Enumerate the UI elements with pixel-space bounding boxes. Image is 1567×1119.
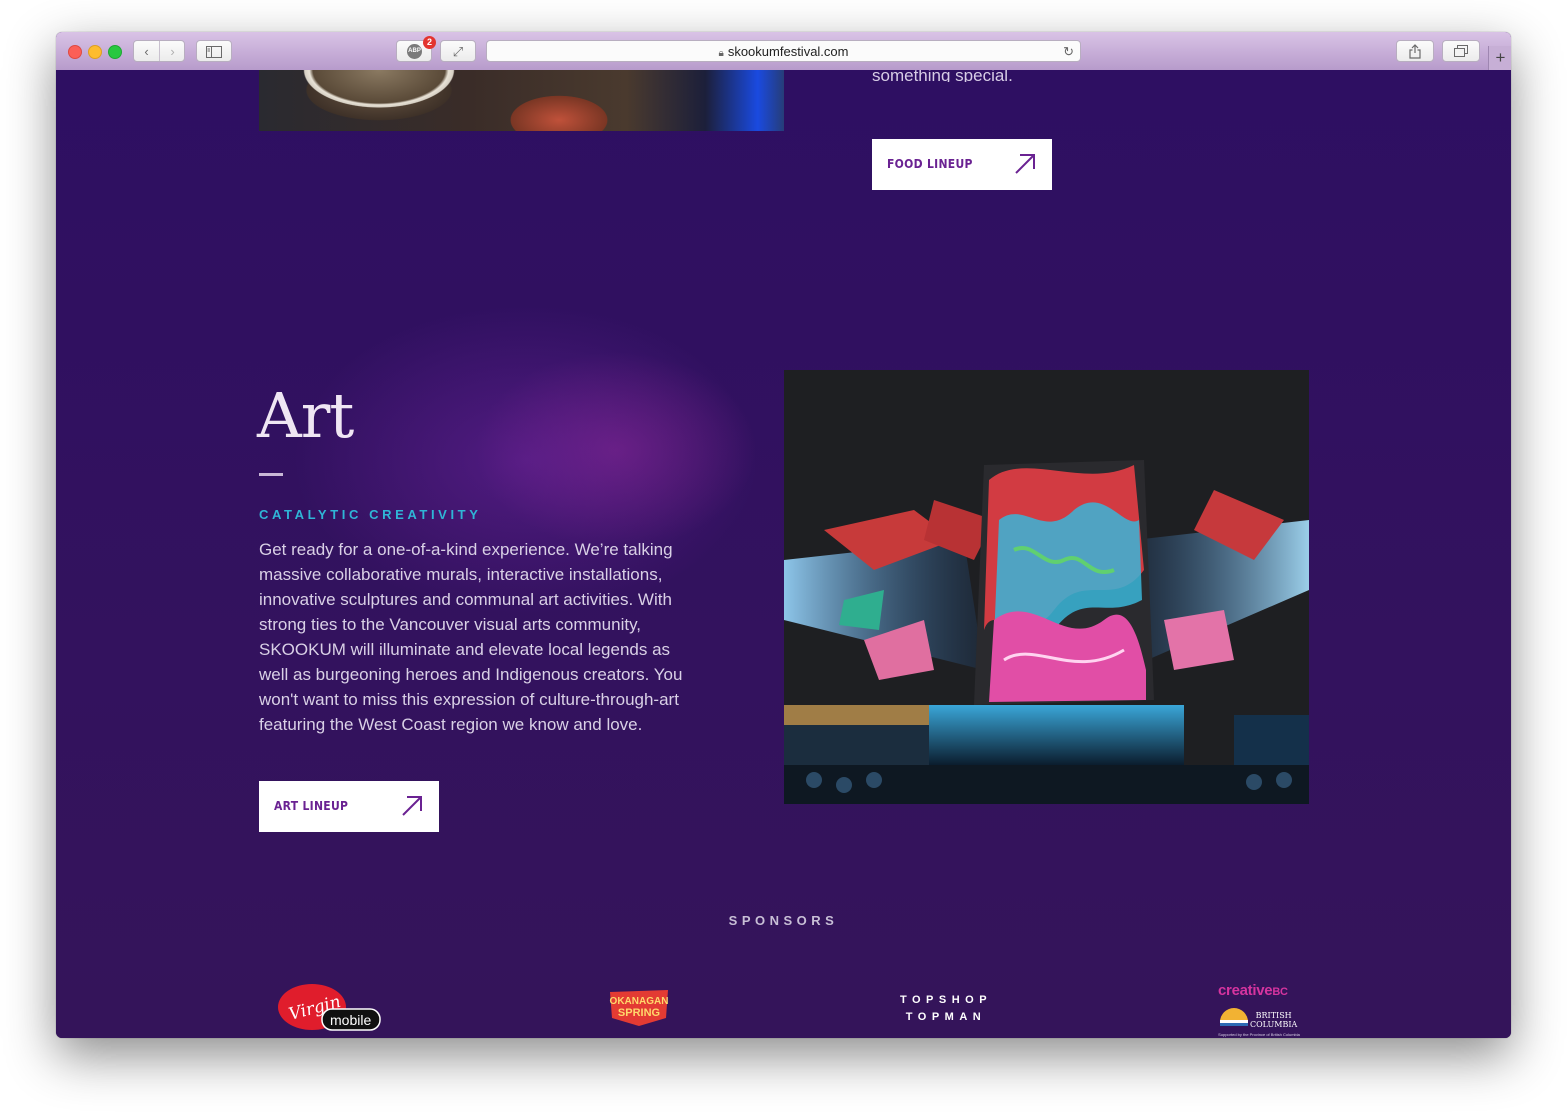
art-installation-photo: [784, 370, 1309, 804]
fullscreen-button[interactable]: ⤢: [440, 40, 476, 62]
creative-bc-logo[interactable]: creativeBC BRITISH COLUMBIA Supported by…: [1214, 982, 1304, 1038]
projection-mapping-illustration: [784, 370, 1309, 804]
province-support-note: Supported by the Province of British Col…: [1218, 1032, 1300, 1037]
art-lineup-label: ART LINEUP: [274, 799, 349, 813]
chevron-left-icon: ‹: [144, 44, 149, 59]
sidebar-toggle-button[interactable]: [196, 40, 232, 62]
page-content: something special. FOOD LINEUP Art CATAL…: [56, 70, 1511, 1038]
food-lineup-button[interactable]: FOOD LINEUP: [872, 139, 1052, 190]
reload-icon[interactable]: ↻: [1063, 41, 1074, 62]
sponsors-heading: SPONSORS: [728, 913, 839, 928]
sidebar-icon: [206, 46, 222, 58]
adblock-count-badge: 2: [423, 36, 436, 49]
food-body-text: something special.: [872, 70, 1013, 82]
adblock-extension-button[interactable]: ABP 2: [396, 36, 436, 62]
close-window-button[interactable]: [68, 45, 82, 59]
british-text: BRITISH: [1255, 1011, 1292, 1020]
arrow-up-right-icon: [402, 796, 422, 816]
bc-sunset-emblem: [1220, 1008, 1248, 1026]
virgin-mobile-text: mobile: [330, 1012, 371, 1028]
topshop-topman-logo[interactable]: TOPSHOP TOPMAN: [886, 992, 1006, 1026]
heading-divider: [259, 473, 283, 476]
tabs-overview-icon: [1454, 45, 1468, 57]
bc-word: BC: [1272, 986, 1288, 998]
url-text: skookumfestival.com: [727, 44, 849, 59]
adblock-icon: ABP: [407, 44, 422, 59]
browser-toolbar: ‹ › ABP 2 ⤢ 🔒︎ skookumfestival.com ↻ +: [56, 32, 1511, 71]
new-tab-button[interactable]: +: [1488, 46, 1511, 70]
address-bar[interactable]: 🔒︎ skookumfestival.com ↻: [486, 40, 1081, 62]
browser-window: ‹ › ABP 2 ⤢ 🔒︎ skookumfestival.com ↻ + s…: [56, 32, 1511, 1038]
expand-arrows-icon: ⤢: [452, 44, 464, 59]
show-tabs-button[interactable]: [1442, 40, 1480, 62]
topman-text: TOPMAN: [905, 1011, 987, 1023]
lock-icon: 🔒︎: [718, 48, 724, 59]
food-photo: [259, 70, 784, 131]
food-bowl-graphic: [259, 70, 499, 131]
back-button[interactable]: ‹: [134, 41, 159, 63]
share-icon: [1409, 44, 1421, 59]
minimize-window-button[interactable]: [88, 45, 102, 59]
plus-icon: +: [1495, 48, 1506, 67]
british-columbia-text: BRITISH COLUMBIA: [1250, 1011, 1297, 1029]
columbia-text: COLUMBIA: [1250, 1020, 1298, 1029]
okanagan-line1: OKANAGAN: [610, 996, 669, 1007]
art-description: Get ready for a one-of-a-kind experience…: [259, 540, 683, 734]
okanagan-line2: SPRING: [618, 1007, 660, 1019]
forward-button[interactable]: ›: [160, 41, 185, 63]
arrow-up-right-icon: [1015, 154, 1035, 174]
topshop-text: TOPSHOP: [899, 994, 993, 1006]
creative-bc-wordmark: creativeBC: [1218, 982, 1288, 999]
art-subtitle: CATALYTIC CREATIVITY: [259, 507, 482, 522]
okanagan-spring-logo[interactable]: OKANAGAN SPRING: [608, 988, 670, 1028]
art-lineup-button[interactable]: ART LINEUP: [259, 781, 439, 832]
zoom-window-button[interactable]: [108, 45, 122, 59]
share-button[interactable]: [1396, 40, 1434, 62]
virgin-mobile-logo[interactable]: Virgin mobile: [276, 982, 386, 1036]
art-heading: Art: [257, 379, 354, 452]
chevron-right-icon: ›: [170, 44, 175, 59]
creative-word: creative: [1218, 982, 1273, 999]
food-lineup-label: FOOD LINEUP: [887, 157, 973, 171]
history-nav: ‹ ›: [133, 40, 185, 62]
